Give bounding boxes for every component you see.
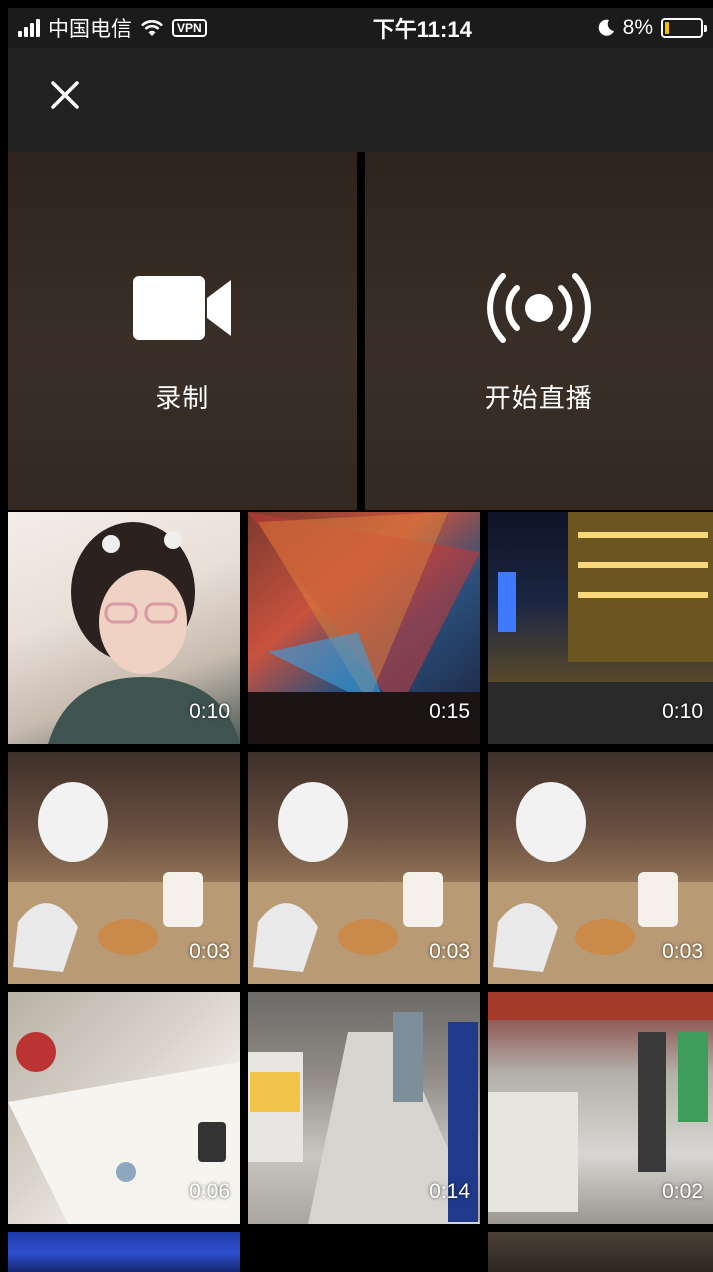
video-thumbnail[interactable]: 0:10 <box>8 512 240 744</box>
header-bar <box>8 48 713 152</box>
video-duration: 0:03 <box>429 940 470 963</box>
battery-percent: 8% <box>622 16 653 39</box>
record-label: 录制 <box>155 382 210 413</box>
video-thumbnail[interactable]: 0:14 <box>248 992 480 1224</box>
wifi-icon <box>141 20 163 36</box>
live-broadcast-icon <box>486 272 591 343</box>
moon-icon <box>598 19 614 36</box>
video-duration: 0:14 <box>429 1180 470 1203</box>
go-live-label: 开始直播 <box>484 382 593 413</box>
empty-cell <box>248 1232 480 1272</box>
video-duration: 0:03 <box>189 940 230 963</box>
video-thumbnail[interactable]: 0:03 <box>248 752 480 984</box>
signal-icon <box>18 19 40 37</box>
status-bar: 中国电信 VPN 下午11:14 8% <box>8 8 713 48</box>
go-live-button[interactable]: 开始直播 <box>364 152 713 510</box>
video-duration: 0:03 <box>662 940 703 963</box>
close-icon[interactable] <box>48 78 82 112</box>
carrier-name: 中国电信 <box>48 18 132 41</box>
video-grid: 0:10 0:15 0:10 0:03 0:03 0:03 0:06 0:14 … <box>8 512 713 1272</box>
video-camera-icon <box>133 275 232 340</box>
video-duration: 0:15 <box>429 700 470 723</box>
video-duration: 0:10 <box>662 700 703 723</box>
action-panel: 录制 开始直播 <box>8 152 713 510</box>
video-thumbnail[interactable] <box>8 1232 240 1272</box>
vpn-badge: VPN <box>172 19 207 37</box>
video-thumbnail[interactable]: 0:02 <box>488 992 713 1224</box>
video-duration: 0:06 <box>189 1180 230 1203</box>
video-thumbnail[interactable]: 0:15 <box>248 512 480 744</box>
battery-icon <box>661 18 707 38</box>
video-duration: 0:02 <box>662 1180 703 1203</box>
video-thumbnail[interactable]: 0:03 <box>8 752 240 984</box>
record-button[interactable]: 录制 <box>8 152 357 510</box>
video-thumbnail[interactable]: 0:10 <box>488 512 713 744</box>
video-thumbnail[interactable] <box>488 1232 713 1272</box>
video-duration: 0:10 <box>189 700 230 723</box>
video-thumbnail[interactable]: 0:06 <box>8 992 240 1224</box>
clock: 下午11:14 <box>372 17 472 42</box>
video-thumbnail[interactable]: 0:03 <box>488 752 713 984</box>
